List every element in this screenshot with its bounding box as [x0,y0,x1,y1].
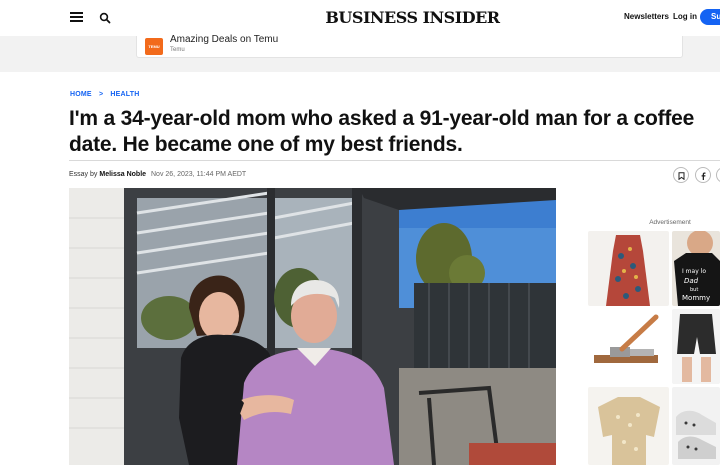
temu-ad-card[interactable]: TEMU Amazing Deals on Temu Temu [136,34,683,58]
author-link[interactable]: Melissa Noble [99,171,146,178]
breadcrumb-section[interactable]: HEALTH [110,91,139,98]
top-ad-band: TEMU Amazing Deals on Temu Temu [0,34,720,72]
svg-text:Mommy: Mommy [682,294,710,302]
ad-sponsor: Temu [170,47,185,53]
svg-text:Dad: Dad [684,277,699,285]
ad-tile-sneakers[interactable] [672,387,720,465]
publish-date: Nov 26, 2023, 11:44 PM AEDT [151,171,247,178]
ad-title[interactable]: Amazing Deals on Temu [170,34,278,45]
share-button[interactable] [716,167,720,183]
byline-prefix: Essay by [69,171,98,178]
temu-logo: TEMU [145,38,163,55]
advertisement-label: Advertisement [649,219,691,226]
article-photo [69,188,556,465]
search-icon[interactable] [99,12,111,24]
ad-tile-nutcracker-tool[interactable] [588,309,669,384]
bookmark-button[interactable] [673,167,689,183]
ad-tile-sequin-top[interactable] [588,387,669,465]
svg-text:but: but [690,287,698,293]
ad-tile-floral-dress[interactable] [588,231,669,306]
site-logo[interactable]: BUSINESS INSIDER [300,8,525,27]
article-headline: I'm a 34-year-old mom who asked a 91-yea… [69,107,695,156]
breadcrumb: HOME > HEALTH [70,91,140,98]
facebook-icon [701,172,706,180]
divider [69,160,720,161]
shirt-text: I may lo [682,268,706,275]
newsletters-link[interactable]: Newsletters [624,12,669,21]
subscribe-button[interactable]: Su [700,9,720,25]
byline: Essay by Melissa Noble Nov 26, 2023, 11:… [69,171,246,178]
breadcrumb-home[interactable]: HOME [70,91,92,98]
ad-tile-padded-shorts[interactable] [672,309,720,384]
menu-icon[interactable] [70,12,83,22]
breadcrumb-separator: > [98,91,104,98]
login-link[interactable]: Log in [673,12,697,21]
facebook-share-button[interactable] [695,167,711,183]
ad-tile-kids-shirt[interactable]: I may lo Dad but Mommy [672,231,720,306]
top-navigation: BUSINESS INSIDER Newsletters Log in Su [0,0,720,36]
bookmark-icon [678,172,685,180]
